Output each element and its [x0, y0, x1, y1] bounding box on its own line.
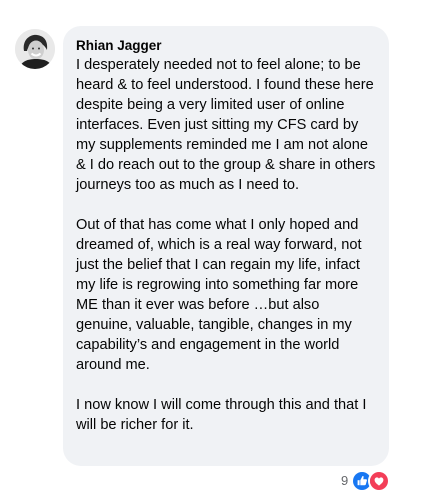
comment-paragraph-3: I now know I will come through this and … — [76, 397, 367, 433]
reaction-count: 9 — [341, 473, 349, 488]
comment-author[interactable]: Rhian Jagger — [76, 37, 377, 54]
comment-paragraph-1: I desperately needed not to feel alone; … — [76, 57, 376, 193]
avatar[interactable] — [15, 29, 55, 69]
comment-paragraph-2: Out of that has come what I only hoped a… — [76, 217, 362, 373]
avatar-photo — [15, 29, 55, 69]
reaction-summary[interactable]: 9 — [341, 470, 391, 492]
comment: Rhian Jagger I desperately needed not to… — [0, 0, 440, 500]
love-icon — [368, 470, 391, 492]
comment-bubble: Rhian Jagger I desperately needed not to… — [63, 26, 389, 466]
